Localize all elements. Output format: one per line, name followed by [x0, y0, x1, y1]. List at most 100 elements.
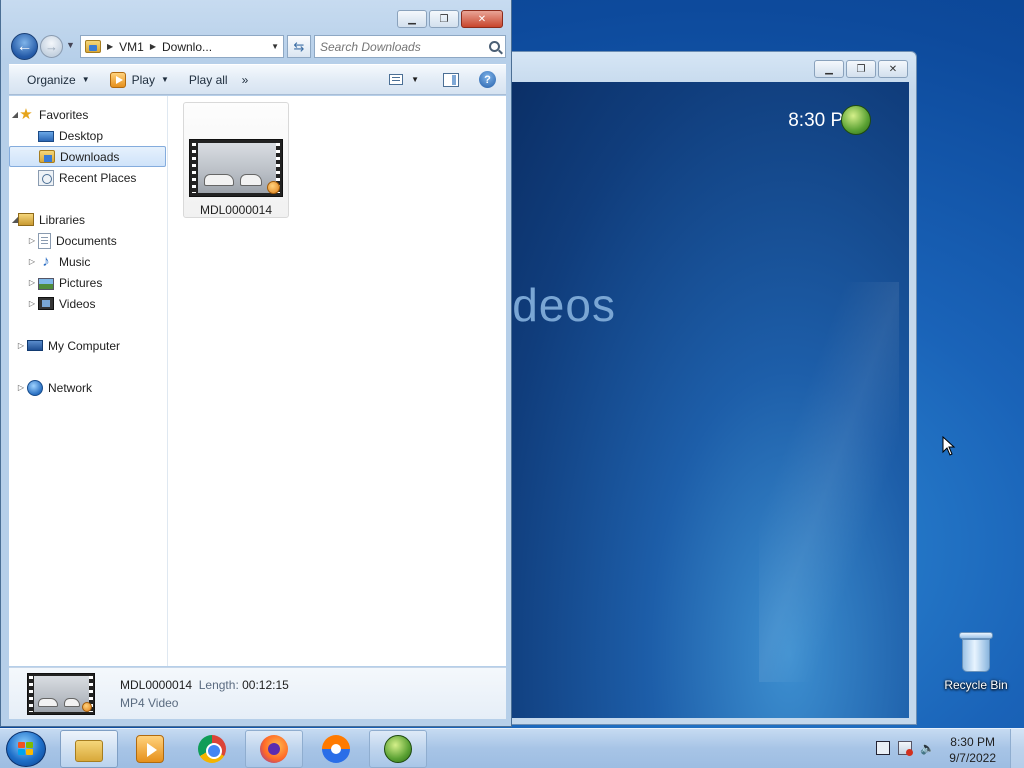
mc-restore-button[interactable]: ❐ — [846, 60, 876, 78]
nav-libraries[interactable]: ◢ Libraries — [9, 209, 167, 230]
navigation-pane: ◢ ★ Favorites Desktop Downloads Recent P… — [9, 96, 168, 666]
play-all-label: Play all — [188, 72, 228, 87]
search-box[interactable] — [314, 35, 506, 58]
clock-time: 8:30 PM — [950, 735, 995, 749]
music-icon: ♪ — [42, 252, 50, 270]
nav-downloads[interactable]: Downloads — [9, 146, 166, 167]
chevron-down-icon: ▼ — [81, 75, 90, 84]
change-view-icon[interactable] — [389, 74, 404, 85]
address-bar[interactable]: ▶ VM1 ▶ Downlo... ▼ — [80, 35, 284, 58]
nav-downloads-label: Downloads — [60, 149, 120, 164]
chevron-right-icon: ▶ — [107, 42, 114, 51]
taskbar-media-center-button[interactable] — [369, 730, 427, 768]
videos-icon — [38, 297, 54, 310]
video-thumbnail-icon — [27, 673, 95, 715]
network-tray-icon[interactable] — [876, 741, 890, 755]
windows-media-player-icon — [136, 735, 164, 763]
search-icon[interactable] — [489, 41, 500, 52]
nav-recent-places-label: Recent Places — [59, 170, 137, 185]
computer-icon — [27, 340, 43, 351]
start-button[interactable] — [6, 731, 46, 767]
nav-videos-label: Videos — [59, 296, 96, 311]
file-name: MDL0000014 — [199, 203, 273, 217]
breadcrumb-vm1[interactable]: VM1 — [119, 40, 144, 54]
preview-pane-icon[interactable] — [443, 72, 459, 87]
play-label: Play — [131, 72, 155, 87]
nav-documents-label: Documents — [56, 233, 117, 248]
collapse-arrow-icon[interactable]: ▷ — [15, 383, 27, 392]
taskbar-clock[interactable]: 8:30 PM 9/7/2022 — [949, 734, 996, 766]
file-item[interactable]: MDL0000014 — [183, 102, 289, 218]
taskbar-explorer-button[interactable] — [60, 730, 118, 768]
recent-places-icon — [38, 169, 54, 186]
chevron-right-icon: ▶ — [149, 42, 156, 51]
media-center-logo-icon[interactable] — [841, 105, 871, 135]
search-input[interactable] — [320, 39, 480, 54]
media-center-titlebar[interactable]: ▁ ❐ ✕ — [501, 52, 916, 82]
details-file-type: MP4 Video — [120, 696, 179, 710]
nav-pictures[interactable]: ▷ Pictures — [9, 272, 167, 293]
volume-icon[interactable]: 🔈 — [920, 741, 935, 755]
taskbar: 🔈 8:30 PM 9/7/2022 — [0, 728, 1024, 768]
media-center-icon — [384, 735, 412, 763]
breadcrumb-downloads[interactable]: Downlo... — [162, 40, 212, 54]
taskbar-media-player-button[interactable] — [121, 730, 179, 768]
more-commands-button[interactable]: » — [238, 65, 253, 94]
recent-pages-dropdown[interactable]: ▼ — [66, 40, 75, 50]
help-icon[interactable]: ? — [479, 71, 496, 88]
mc-close-button[interactable]: ✕ — [878, 60, 908, 78]
action-center-icon[interactable] — [898, 741, 913, 756]
play-icon — [109, 71, 126, 88]
taskbar-vpn-button[interactable] — [307, 730, 365, 768]
collapse-arrow-icon[interactable]: ▷ — [26, 299, 38, 308]
nav-videos[interactable]: ▷ Videos — [9, 293, 167, 314]
explorer-content: ◢ ★ Favorites Desktop Downloads Recent P… — [9, 96, 506, 666]
downloads-folder-icon — [39, 150, 55, 163]
nav-network[interactable]: ▷ Network — [9, 377, 167, 398]
media-player-badge-icon — [267, 181, 280, 194]
view-options-dropdown-icon[interactable]: ▼ — [411, 75, 419, 84]
back-button[interactable]: ← — [11, 33, 38, 60]
downloads-folder-icon — [85, 40, 101, 53]
mc-minimize-button[interactable]: ▁ — [814, 60, 844, 78]
collapse-arrow-icon[interactable]: ▷ — [26, 257, 38, 266]
collapse-arrow-icon[interactable]: ▷ — [15, 341, 27, 350]
nav-my-computer[interactable]: ▷ My Computer — [9, 335, 167, 356]
media-player-badge-icon — [82, 702, 92, 712]
play-all-button[interactable]: Play all — [179, 65, 238, 94]
chrome-icon — [198, 735, 226, 763]
collapse-arrow-icon[interactable]: ▷ — [26, 236, 38, 245]
refresh-button[interactable]: ⇆ — [287, 35, 311, 58]
explorer-window: ▁ ❐ ✕ ← → ▼ ▶ VM1 ▶ Downlo... ▼ ⇆ Organi… — [0, 0, 512, 727]
nav-libraries-label: Libraries — [39, 212, 86, 227]
nav-favorites[interactable]: ◢ ★ Favorites — [9, 104, 167, 125]
nav-desktop[interactable]: Desktop — [9, 125, 167, 146]
nav-documents[interactable]: ▷ Documents — [9, 230, 167, 251]
video-thumbnail-icon — [189, 139, 283, 197]
desktop-icon — [38, 131, 54, 142]
pictures-icon — [38, 277, 54, 290]
maximize-button[interactable]: ❐ — [429, 10, 459, 28]
address-dropdown-icon[interactable]: ▼ — [271, 42, 279, 51]
close-button[interactable]: ✕ — [461, 10, 503, 28]
play-button[interactable]: Play ▼ — [100, 65, 179, 94]
recycle-bin[interactable]: Recycle Bin — [940, 630, 1012, 692]
organize-button[interactable]: Organize ▼ — [9, 65, 100, 94]
nav-recent-places[interactable]: Recent Places — [9, 167, 167, 188]
recycle-bin-icon — [958, 630, 994, 674]
details-length-label: Length: — [198, 678, 239, 692]
forward-button[interactable]: → — [40, 35, 63, 58]
collapse-arrow-icon[interactable]: ▷ — [26, 278, 38, 287]
explorer-titlebar[interactable]: ▁ ❐ ✕ — [1, 0, 511, 32]
organize-label: Organize — [27, 72, 76, 87]
navigation-bar: ← → ▼ ▶ VM1 ▶ Downlo... ▼ ⇆ — [9, 32, 506, 60]
taskbar-chrome-button[interactable] — [183, 730, 241, 768]
nav-music[interactable]: ▷ ♪ Music — [9, 251, 167, 272]
taskbar-firefox-button[interactable] — [245, 730, 303, 768]
more-commands-label: » — [241, 72, 249, 87]
media-center-section-title[interactable]: ideos — [509, 278, 616, 332]
libraries-icon — [18, 213, 34, 226]
minimize-button[interactable]: ▁ — [397, 10, 427, 28]
command-bar: Organize ▼ Play ▼ Play all » ▼ ? — [9, 64, 506, 95]
show-desktop-button[interactable] — [1010, 729, 1024, 768]
